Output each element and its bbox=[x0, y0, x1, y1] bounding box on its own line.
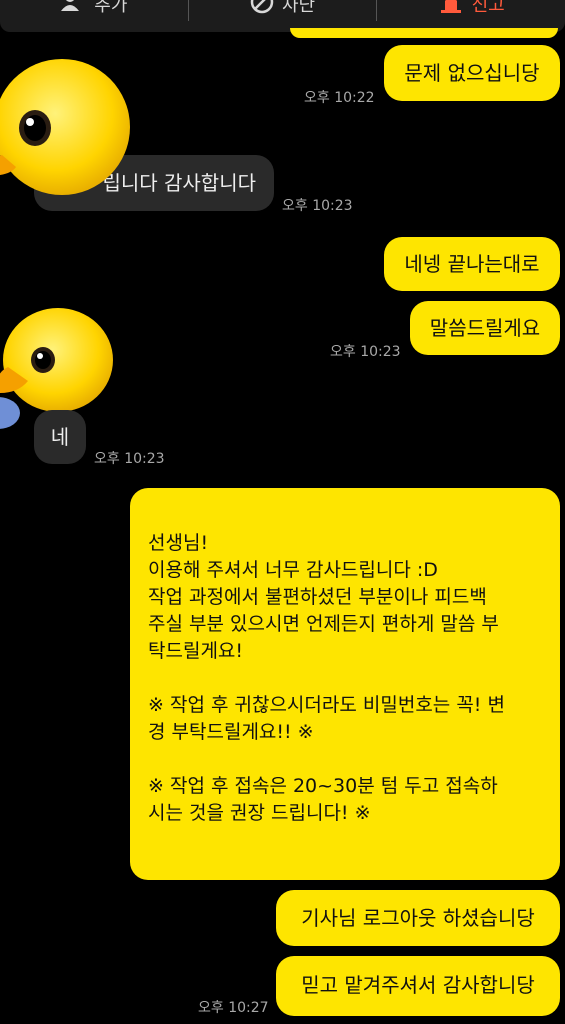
message-time: 오후 10:23 bbox=[94, 451, 165, 467]
siren-icon bbox=[438, 0, 464, 18]
message-time: 오후 10:23 bbox=[282, 198, 353, 214]
my-message-bubble[interactable]: 문제 없으십니당 bbox=[384, 45, 560, 101]
block-label: 차단 bbox=[281, 0, 316, 16]
previous-message-bubble bbox=[290, 28, 558, 38]
block-button[interactable]: 차단 bbox=[189, 0, 377, 20]
report-button[interactable]: 신고 bbox=[377, 0, 565, 20]
my-message-bubble[interactable]: 네넹 끝나는대로 bbox=[384, 237, 560, 291]
add-person-icon bbox=[60, 0, 86, 18]
add-label: 추가 bbox=[94, 0, 128, 16]
my-message-bubble[interactable]: 말씀드릴게요 bbox=[410, 301, 560, 355]
message-time: 오후 10:22 bbox=[304, 90, 375, 106]
their-message-bubble[interactable]: 네 bbox=[34, 410, 86, 464]
block-icon bbox=[250, 0, 274, 19]
my-message-bubble[interactable]: 기사님 로그아웃 하셨습니당 bbox=[276, 890, 560, 946]
my-message-bubble[interactable]: 선생님! 이용해 주셔서 너무 감사드립니다 :D 작업 과정에서 불편하셨던 … bbox=[130, 488, 560, 880]
profile-avatar[interactable] bbox=[0, 55, 130, 200]
my-message-bubble[interactable]: 믿고 맡겨주셔서 감사합니당 bbox=[276, 956, 560, 1016]
message-time: 오후 10:27 bbox=[198, 1000, 269, 1016]
duck-emoji-icon bbox=[0, 59, 130, 195]
message-time: 오후 10:23 bbox=[330, 344, 401, 360]
add-friend-button[interactable]: 추가 bbox=[0, 0, 188, 20]
report-label: 신고 bbox=[471, 0, 505, 16]
